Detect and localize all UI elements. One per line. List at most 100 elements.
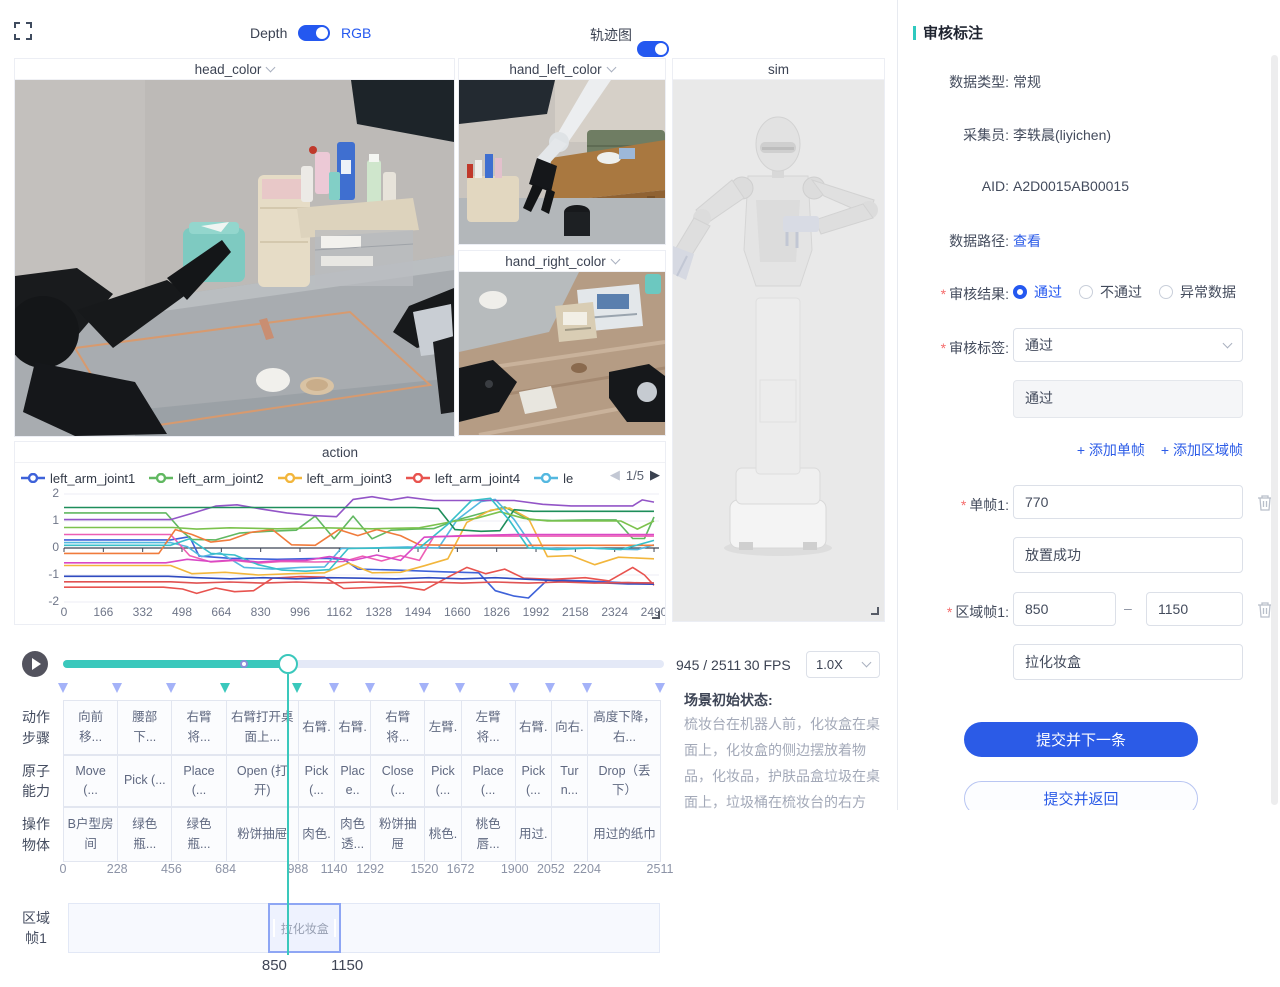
hand-right-camera-selector[interactable]: hand_right_color — [459, 251, 665, 272]
boundary-marker[interactable] — [292, 683, 302, 693]
action-steps-cell[interactable]: 左臂将... — [462, 701, 516, 754]
region-left-handle[interactable] — [273, 919, 275, 937]
action-steps-cell[interactable]: 向前移... — [64, 701, 118, 754]
atomic-abilities-cell[interactable]: Move (... — [64, 756, 118, 806]
radio-fail[interactable] — [1079, 285, 1093, 299]
atomic-abilities-cell[interactable]: Pick (... — [516, 756, 552, 806]
legend-item[interactable]: le — [534, 471, 573, 486]
submit-back-button[interactable]: 提交并返回 — [964, 781, 1198, 810]
radio-pass-label[interactable]: 通过 — [1034, 282, 1062, 302]
region-end-input[interactable] — [1146, 592, 1243, 626]
atomic-abilities-cell[interactable]: Turn... — [552, 756, 588, 806]
objects-cell[interactable]: 绿色瓶... — [172, 808, 226, 861]
atomic-abilities-cell[interactable]: Place (... — [172, 756, 226, 806]
objects-cell[interactable]: B户型房间 — [64, 808, 118, 861]
legend-item[interactable]: left_arm_joint1 — [21, 471, 135, 486]
action-steps-cell[interactable]: 向右. — [552, 701, 588, 754]
submit-next-button[interactable]: 提交并下一条 — [964, 722, 1198, 757]
single-frame-desc-textarea[interactable]: 放置成功 — [1013, 537, 1243, 573]
objects-cell[interactable]: 桃色. — [425, 808, 461, 861]
atomic-abilities-cell[interactable]: Pick (... — [425, 756, 461, 806]
legend-item[interactable]: left_arm_joint2 — [149, 471, 263, 486]
radio-fail-label[interactable]: 不通过 — [1100, 282, 1142, 302]
timeline-slider[interactable] — [63, 660, 664, 668]
boundary-marker[interactable] — [166, 683, 176, 693]
y-tick-label: 2 — [29, 486, 59, 500]
resize-handle-icon[interactable] — [871, 607, 879, 615]
boundary-marker[interactable] — [112, 683, 122, 693]
objects-cell[interactable]: 肉色透... — [335, 808, 371, 861]
boundary-marker[interactable] — [545, 683, 555, 693]
tag-select[interactable]: 通过 — [1013, 328, 1243, 362]
region-frame-desc-textarea[interactable]: 拉化妆盒 — [1013, 644, 1243, 680]
action-steps-cell[interactable]: 高度下降，右... — [588, 701, 661, 754]
atomic-abilities-cell[interactable]: Pick (... — [299, 756, 335, 806]
objects-cell[interactable]: 肉色. — [299, 808, 335, 861]
current-frame-line[interactable] — [287, 674, 289, 955]
add-single-frame-link[interactable]: + 添加单帧 — [1077, 440, 1145, 460]
boundary-frame-number: 684 — [202, 862, 250, 876]
action-chart-panel: action left_arm_joint1 left_arm_joint2 l… — [14, 441, 666, 625]
depth-rgb-toggle[interactable] — [298, 25, 330, 41]
objects-cell[interactable]: 粉饼抽屉 — [371, 808, 425, 861]
boundary-marker[interactable] — [582, 683, 592, 693]
review-panel-title: 审核标注 — [913, 22, 983, 43]
radio-pass[interactable] — [1013, 285, 1027, 299]
action-steps-cell[interactable]: 右臂将... — [371, 701, 425, 754]
atomic-abilities-cell[interactable]: Pick (... — [118, 756, 172, 806]
playback-speed-select[interactable]: 1.0X — [806, 651, 880, 678]
action-steps-cell[interactable]: 右臂. — [335, 701, 371, 754]
tag-note-textarea[interactable]: 通过 — [1013, 380, 1243, 418]
legend-next-icon[interactable]: ▶ — [650, 467, 660, 483]
legend-item[interactable]: left_arm_joint3 — [278, 471, 392, 486]
action-steps-cell[interactable]: 右臂. — [516, 701, 552, 754]
objects-cell[interactable]: 用过. — [516, 808, 552, 861]
boundary-frame-number: 2204 — [563, 862, 611, 876]
fullscreen-icon[interactable] — [14, 22, 32, 40]
boundary-marker[interactable] — [455, 683, 465, 693]
region-right-handle[interactable] — [334, 919, 336, 937]
play-button[interactable] — [22, 651, 48, 677]
hand-right-camera-image — [459, 272, 665, 435]
x-tick-label: 166 — [81, 605, 125, 619]
atomic-abilities-cell[interactable]: Place.. — [335, 756, 371, 806]
action-steps-cell[interactable]: 右臂. — [299, 701, 335, 754]
boundary-marker[interactable] — [329, 683, 339, 693]
action-steps-cell[interactable]: 右臂将... — [172, 701, 226, 754]
resize-handle-icon[interactable] — [652, 611, 660, 619]
panel-scrollbar[interactable] — [1271, 55, 1278, 805]
single-frame-input[interactable] — [1013, 485, 1243, 519]
timeline-slider-handle[interactable] — [278, 654, 298, 674]
boundary-marker[interactable] — [509, 683, 519, 693]
region-start-input[interactable] — [1013, 592, 1116, 626]
radio-abnormal[interactable] — [1159, 285, 1173, 299]
boundary-marker[interactable] — [365, 683, 375, 693]
legend-series-icon — [149, 473, 173, 483]
legend-prev-icon[interactable]: ◀ — [610, 467, 620, 483]
hand-left-camera-image — [459, 80, 665, 244]
boundary-marker[interactable] — [655, 683, 665, 693]
boundary-marker[interactable] — [58, 683, 68, 693]
boundary-marker[interactable] — [220, 683, 230, 693]
region-frame-track[interactable]: 拉化妆盒 — [68, 903, 660, 953]
head-camera-selector[interactable]: head_color — [15, 59, 454, 80]
atomic-abilities-cell[interactable]: Drop（丢下） — [588, 756, 661, 806]
hand-left-camera-selector[interactable]: hand_left_color — [459, 59, 665, 80]
atomic-abilities-cell[interactable]: Place (... — [462, 756, 516, 806]
objects-cell[interactable] — [552, 808, 588, 861]
radio-abnormal-label[interactable]: 异常数据 — [1180, 282, 1236, 302]
action-steps-cell[interactable]: 腰部下... — [118, 701, 172, 754]
add-region-frame-link[interactable]: + 添加区域帧 — [1161, 440, 1243, 460]
objects-cell[interactable]: 桃色唇... — [462, 808, 516, 861]
hand-left-camera-panel: hand_left_color — [458, 58, 666, 245]
objects-cell[interactable]: 用过的纸巾 — [588, 808, 661, 861]
data-path-link[interactable]: 查看 — [1013, 231, 1041, 251]
action-steps-cell[interactable]: 左臂. — [425, 701, 461, 754]
atomic-abilities-cell[interactable]: Close (... — [371, 756, 425, 806]
trajectory-toggle[interactable] — [637, 41, 669, 57]
legend-item[interactable]: left_arm_joint4 — [406, 471, 520, 486]
objects-cell[interactable]: 绿色瓶... — [118, 808, 172, 861]
single-frame-marker-dot[interactable] — [240, 660, 248, 668]
region-frame-block[interactable]: 拉化妆盒 — [268, 903, 341, 953]
boundary-marker[interactable] — [419, 683, 429, 693]
